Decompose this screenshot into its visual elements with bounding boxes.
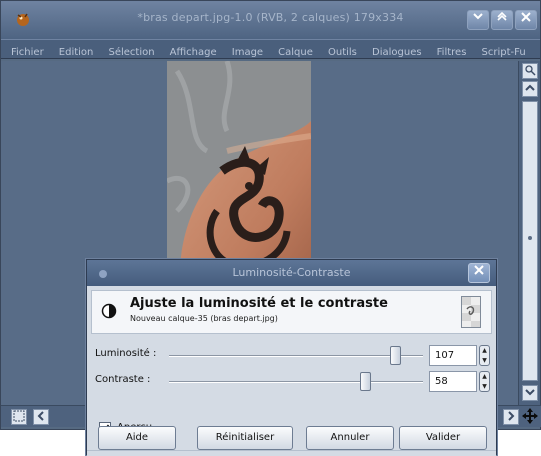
ok-button[interactable]: Valider (399, 426, 487, 450)
close-icon (474, 265, 484, 275)
menu-calque[interactable]: Calque (278, 44, 313, 58)
reset-button[interactable]: Réinitialiser (197, 426, 293, 450)
contrast-value-input[interactable]: 58 (429, 371, 477, 392)
close-button[interactable] (515, 10, 537, 30)
vertical-scrollbar[interactable] (518, 61, 540, 405)
contrast-slider[interactable] (169, 372, 423, 391)
menu-bar: Fichier Edition Sélection Affichage Imag… (1, 39, 540, 59)
brightness-label: Luminosité : (95, 348, 157, 359)
menu-selection[interactable]: Sélection (108, 44, 154, 58)
cancel-button[interactable]: Annuler (306, 426, 394, 450)
scroll-right-button[interactable] (503, 409, 519, 425)
spin-down-icon[interactable]: ▼ (481, 382, 488, 391)
brightness-contrast-dialog: Luminosité-Contraste Ajuste la luminosit… (86, 259, 498, 456)
move-cross-icon (522, 408, 538, 424)
minimize-button[interactable] (467, 10, 489, 30)
dialog-close-button[interactable] (468, 263, 490, 283)
brightness-value-input[interactable]: 107 (429, 345, 477, 366)
brightness-spin-button[interactable]: ▲ ▼ (479, 345, 490, 366)
brightness-slider[interactable] (169, 346, 423, 365)
dialog-title: Luminosité-Contraste (232, 266, 351, 279)
layer-thumbnail-icon (462, 297, 480, 327)
layer-preview-thumbnail (461, 296, 481, 328)
minimize-icon (473, 13, 483, 20)
spin-up-icon[interactable]: ▲ (481, 346, 488, 355)
window-title: *bras depart.jpg-1.0 (RVB, 2 calques) 17… (137, 11, 404, 24)
dialog-subheading: Nouveau calque-35 (bras depart.jpg) (130, 314, 278, 323)
dialog-header: Ajuste la luminosité et le contraste Nou… (91, 290, 492, 334)
arrow-right-icon (508, 411, 515, 421)
brightness-row: Luminosité : 107 ▲ ▼ (87, 344, 498, 368)
contrast-spin-button[interactable]: ▲ ▼ (479, 371, 490, 392)
scroll-down-button[interactable] (522, 385, 538, 401)
menu-edition[interactable]: Edition (59, 44, 94, 58)
dialog-heading: Ajuste la luminosité et le contraste (130, 296, 388, 311)
zoom-icon (525, 65, 536, 76)
maximize-button[interactable] (491, 10, 513, 30)
maximize-icon (497, 11, 507, 21)
spin-up-icon[interactable]: ▲ (481, 372, 488, 381)
contrast-slider-handle[interactable] (360, 372, 371, 391)
thumb-grip (528, 236, 532, 240)
dialog-button-row: Aide Réinitialiser Annuler Valider (87, 426, 496, 454)
help-button[interactable]: Aide (98, 426, 176, 450)
scroll-up-button[interactable] (522, 81, 538, 97)
spin-down-icon[interactable]: ▼ (481, 356, 488, 365)
menu-script-fu[interactable]: Script-Fu (482, 44, 526, 58)
navigation-move-button[interactable] (522, 408, 538, 424)
menu-dialogues[interactable]: Dialogues (372, 44, 422, 58)
menu-affichage[interactable]: Affichage (170, 44, 217, 58)
window-title-bar[interactable]: *bras depart.jpg-1.0 (RVB, 2 calques) 17… (1, 1, 540, 39)
menu-image[interactable]: Image (232, 44, 263, 58)
brightness-contrast-icon (101, 303, 117, 319)
arrow-down-icon (525, 389, 535, 396)
brightness-slider-handle[interactable] (390, 346, 401, 365)
arrow-up-icon (525, 84, 535, 91)
contrast-label: Contraste : (95, 374, 151, 385)
menu-fichier[interactable]: Fichier (11, 44, 44, 58)
scrollbar-thumb[interactable] (522, 101, 538, 381)
menu-filtres[interactable]: Filtres (437, 44, 467, 58)
dialog-title-bar[interactable]: Luminosité-Contraste (87, 260, 496, 286)
quick-mask-icon (13, 410, 25, 422)
arrow-left-icon (37, 411, 44, 421)
quick-mask-button[interactable] (11, 409, 27, 425)
menu-outils[interactable]: Outils (328, 44, 357, 58)
navigate-button[interactable] (522, 63, 538, 79)
close-icon (521, 12, 531, 22)
scroll-left-button[interactable] (33, 409, 49, 425)
contrast-row: Contraste : 58 ▲ ▼ (87, 370, 498, 394)
